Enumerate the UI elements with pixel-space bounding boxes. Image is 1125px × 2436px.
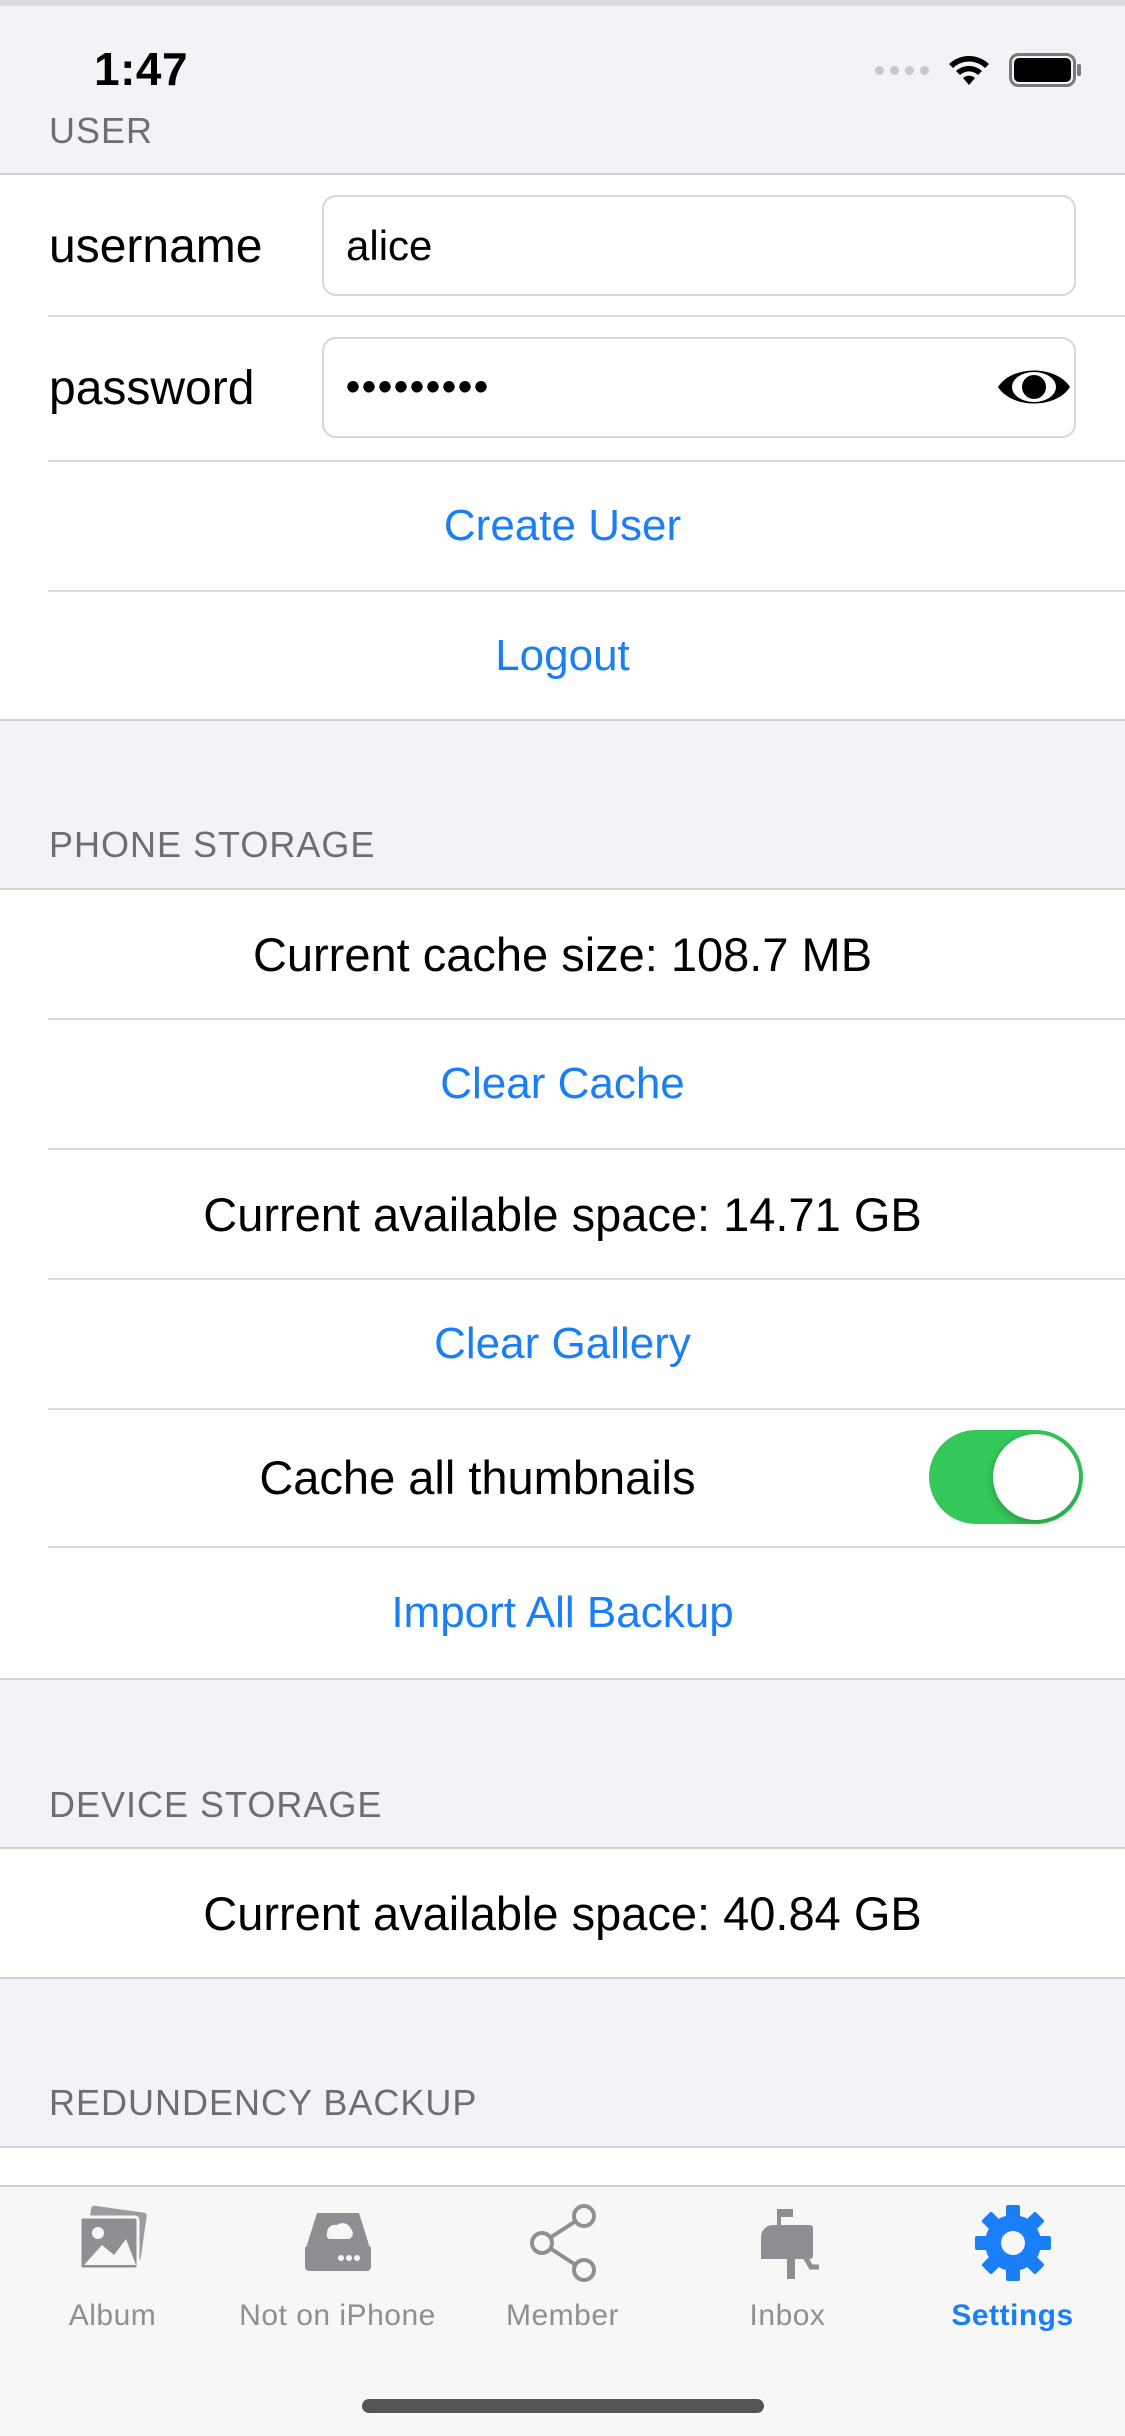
tab-album[interactable]: Album [0, 2203, 225, 2343]
cache-size-row: Current cache size: 108.7 MB [0, 890, 1125, 1018]
create-user-button[interactable]: Create User [0, 462, 1125, 590]
redundancy-backup-section-header: REDUNDENCY BACKUP [49, 2082, 478, 2123]
tab-member[interactable]: Member [450, 2203, 675, 2343]
cache-size-text: Current cache size: 108.7 MB [252, 927, 873, 981]
password-label: password [49, 362, 255, 415]
toggle-knob [993, 1434, 1079, 1520]
logout-button[interactable]: Logout [0, 592, 1125, 720]
signal-icon [875, 65, 929, 75]
device-storage-section-header: DEVICE STORAGE [49, 1784, 383, 1825]
clear-cache-label: Clear Cache [440, 1059, 685, 1108]
username-field[interactable]: alice [322, 195, 1076, 296]
tab-inbox-label: Inbox [749, 2299, 826, 2332]
device-available-space-text: Current available space: 40.84 GB [203, 1886, 922, 1940]
clear-gallery-button[interactable]: Clear Gallery [0, 1280, 1125, 1408]
password-field[interactable]: ••••••••• [322, 337, 1076, 438]
device-available-space-row: Current available space: 40.84 GB [0, 1849, 1125, 1977]
password-value: ••••••••• [346, 365, 491, 409]
tab-album-label: Album [68, 2299, 157, 2332]
import-all-backup-button[interactable]: Import All Backup [0, 1548, 1125, 1678]
tab-settings-label: Settings [951, 2299, 1074, 2332]
username-value: alice [346, 221, 433, 269]
clear-gallery-label: Clear Gallery [434, 1319, 691, 1368]
tab-inbox[interactable]: Inbox [675, 2203, 900, 2343]
username-label: username [49, 220, 263, 273]
eye-icon[interactable] [994, 357, 1074, 417]
phone-storage-group: Current cache size: 108.7 MB Clear Cache… [0, 888, 1125, 1680]
user-section-header: USER [49, 110, 154, 151]
home-indicator [362, 2399, 764, 2413]
import-all-backup-label: Import All Backup [391, 1588, 734, 1637]
phone-storage-section-header: PHONE STORAGE [49, 824, 376, 865]
status-indicators [875, 50, 1083, 90]
cache-thumbnails-label: Cache all thumbnails [259, 1450, 696, 1504]
separator [48, 315, 1125, 317]
tab-not-on-iphone[interactable]: Not on iPhone [225, 2203, 450, 2343]
cache-thumbnails-row: Cache all thumbnails [0, 1410, 1125, 1544]
user-group: username alice password ••••••••• Create… [0, 173, 1125, 721]
tab-not-on-iphone-label: Not on iPhone [239, 2299, 436, 2332]
gear-icon [974, 2205, 1051, 2281]
share-icon [529, 2204, 596, 2282]
clear-cache-button[interactable]: Clear Cache [0, 1020, 1125, 1148]
tab-settings[interactable]: Settings [900, 2203, 1125, 2343]
top-edge [0, 0, 1125, 6]
mailbox-icon [760, 2209, 819, 2279]
battery-icon [1009, 53, 1081, 87]
device-storage-group: Current available space: 40.84 GB [0, 1847, 1125, 1979]
settings-screen: 1:47 USER username alice password ••••••… [0, 0, 1125, 2436]
status-time: 1:47 [94, 43, 189, 95]
tab-member-label: Member [505, 2299, 620, 2332]
available-space-text: Current available space: 14.71 GB [203, 1187, 922, 1241]
cache-thumbnails-toggle[interactable] [929, 1430, 1083, 1524]
logout-label: Logout [495, 631, 630, 680]
available-space-row: Current available space: 14.71 GB [0, 1150, 1125, 1278]
album-icon [78, 2205, 147, 2271]
wifi-icon [949, 56, 989, 85]
drive-icon [304, 2213, 371, 2271]
create-user-label: Create User [443, 501, 682, 550]
